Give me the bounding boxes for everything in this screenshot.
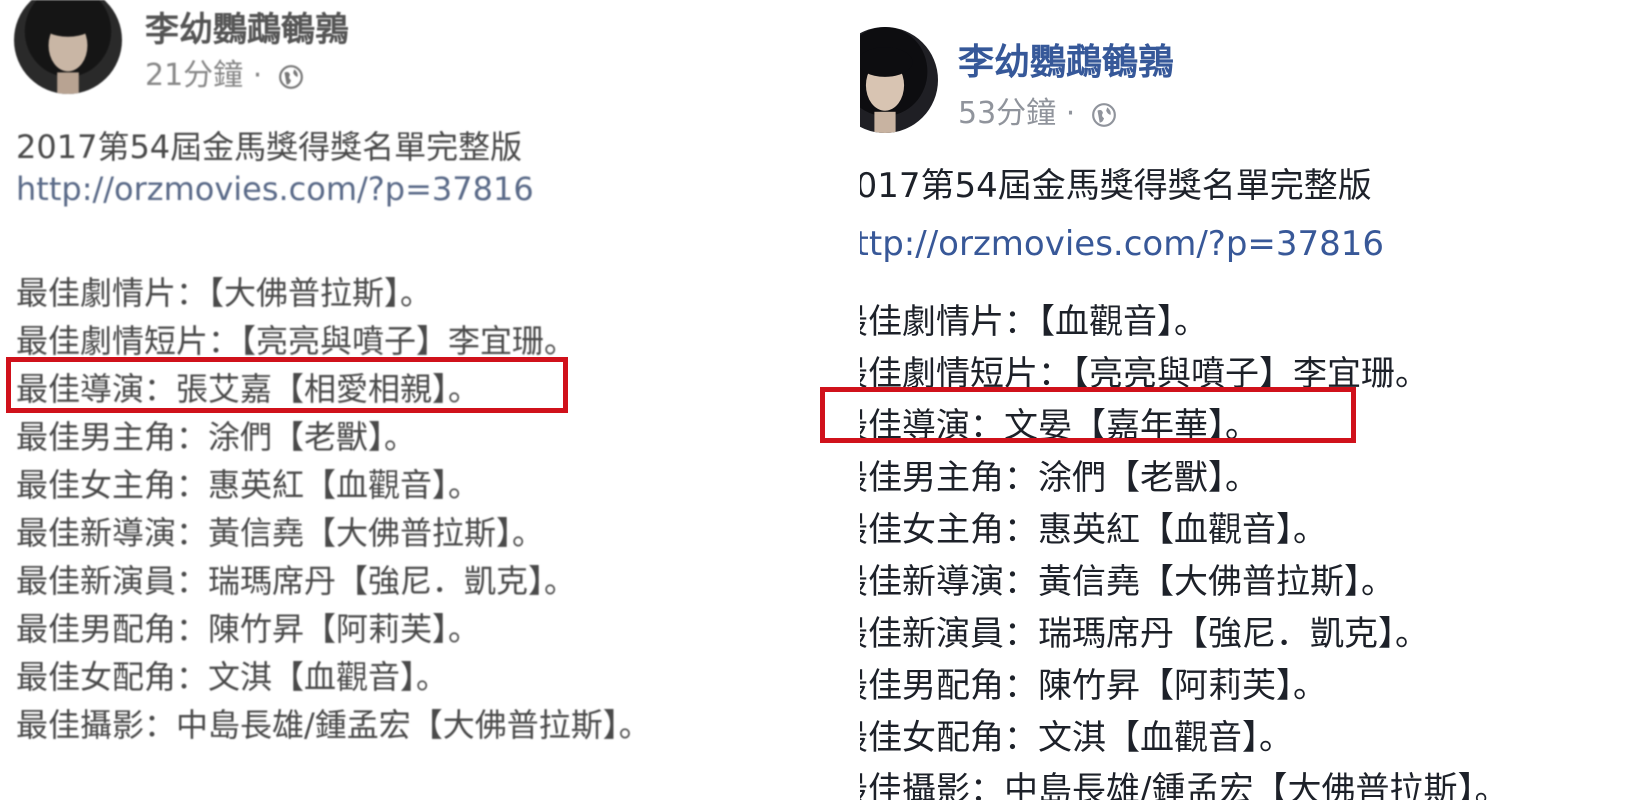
avatar-image bbox=[14, 0, 122, 94]
award-line: 最佳男主角：涂們【老獸】。 bbox=[16, 418, 417, 456]
post-link[interactable]: http://orzmovies.com/?p=37816 bbox=[860, 224, 1384, 264]
award-line: 最佳男主角：涂們【老獸】。 bbox=[860, 458, 1259, 498]
award-line: 最佳女主角：惠英紅【血觀音】。 bbox=[16, 466, 481, 504]
post-meta: 21分鐘 · bbox=[145, 50, 304, 94]
award-line: 最佳女配角：文淇【血觀音】。 bbox=[16, 658, 449, 696]
globe-icon[interactable] bbox=[278, 64, 304, 90]
post-meta: 53分鐘 · bbox=[958, 88, 1117, 132]
avatar-image bbox=[860, 27, 938, 133]
post-link[interactable]: http://orzmovies.com/?p=37816 bbox=[16, 170, 534, 208]
award-line: 最佳女配角：文淇【血觀音】。 bbox=[860, 718, 1293, 758]
award-line: 最佳劇情片：【大佛普拉斯】。 bbox=[16, 274, 433, 312]
award-line: 最佳女主角：惠英紅【血觀音】。 bbox=[860, 510, 1327, 550]
timestamp[interactable]: 53分鐘 bbox=[958, 96, 1056, 131]
timestamp[interactable]: 21分鐘 bbox=[145, 58, 243, 93]
post-title: 2017第54屆金馬獎得獎名單完整版 bbox=[16, 128, 523, 166]
award-line: 最佳新演員：瑞瑪席丹【強尼．凱克】。 bbox=[16, 562, 577, 600]
post-title: 2017第54屆金馬獎得獎名單完整版 bbox=[860, 166, 1372, 206]
award-line: 最佳劇情片：【血觀音】。 bbox=[860, 302, 1208, 342]
award-line: 最佳新導演：黃信堯【大佛普拉斯】。 bbox=[860, 562, 1395, 602]
separator: · bbox=[1065, 96, 1076, 131]
award-line: 最佳攝影：中島長雄/鍾孟宏【大佛普拉斯】。 bbox=[860, 770, 1509, 800]
award-line: 最佳男配角：陳竹昇【阿莉芙】。 bbox=[860, 666, 1327, 706]
highlight-box-right bbox=[820, 387, 1356, 443]
author-avatar[interactable] bbox=[860, 27, 938, 133]
award-line: 最佳男配角：陳竹昇【阿莉芙】。 bbox=[16, 610, 481, 648]
award-line: 最佳新演員：瑞瑪席丹【強尼．凱克】。 bbox=[860, 614, 1429, 654]
award-line: 最佳攝影：中島長雄/鍾孟宏【大佛普拉斯】。 bbox=[16, 706, 651, 744]
separator: · bbox=[252, 58, 263, 93]
highlight-box-left bbox=[6, 357, 568, 413]
award-line: 最佳劇情短片：【亮亮與噴子】李宜珊。 bbox=[16, 322, 577, 360]
author-name[interactable]: 李幼鸚鵡鵪鶉 bbox=[958, 33, 1174, 85]
award-line: 最佳新導演：黃信堯【大佛普拉斯】。 bbox=[16, 514, 545, 552]
author-name[interactable]: 李幼鸚鵡鵪鶉 bbox=[145, 2, 349, 51]
author-avatar[interactable] bbox=[14, 0, 122, 94]
globe-icon[interactable] bbox=[1091, 102, 1117, 128]
